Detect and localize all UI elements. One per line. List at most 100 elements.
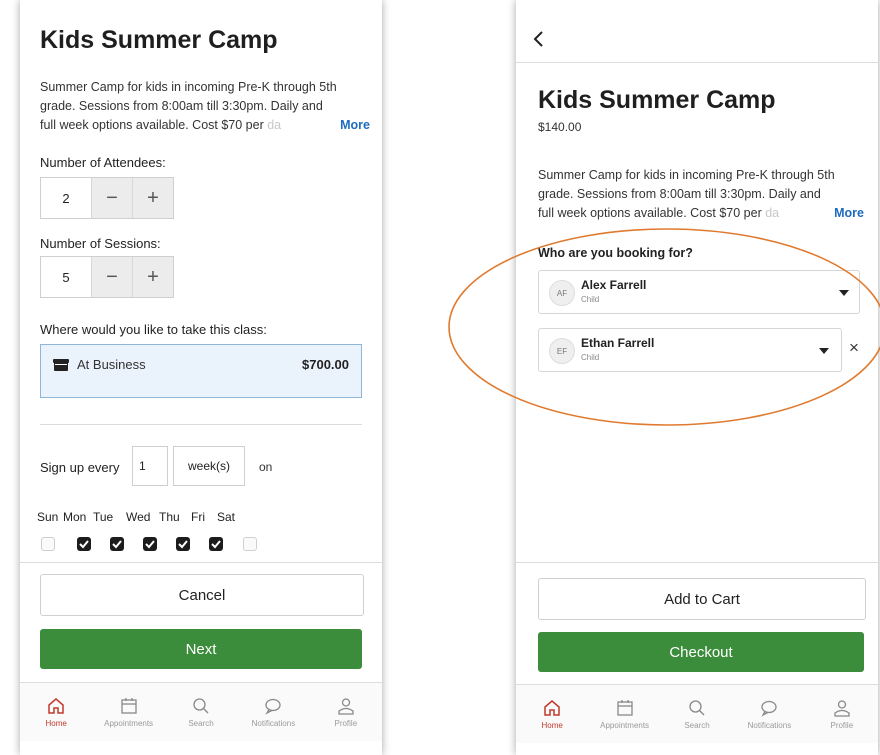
- tab-label: Profile: [334, 718, 358, 728]
- weekday-label-fri: Fri: [191, 510, 205, 524]
- next-button[interactable]: Next: [40, 629, 362, 669]
- chat-bubble-icon: [265, 698, 282, 715]
- checkbox-mon[interactable]: [77, 537, 91, 551]
- weekday-label-wed: Wed: [126, 510, 151, 524]
- tab-appointments[interactable]: Appointments: [588, 685, 660, 743]
- divider: [40, 424, 362, 425]
- checkbox-sat[interactable]: [243, 537, 257, 551]
- tab-notifications[interactable]: Notifications: [237, 683, 309, 741]
- tab-search[interactable]: Search: [661, 685, 733, 743]
- profile-icon: [834, 699, 850, 717]
- signup-suffix: on: [259, 460, 273, 474]
- location-option-label: At Business: [77, 357, 146, 372]
- profile-icon: [338, 697, 354, 715]
- description-line: grade. Sessions from 8:00am till 3:30pm.…: [40, 99, 323, 113]
- description-line: Summer Camp for kids in incoming Pre-K t…: [40, 80, 337, 94]
- price: $140.00: [538, 120, 582, 134]
- calendar-icon: [616, 699, 633, 716]
- interval-input[interactable]: 1: [132, 446, 168, 486]
- attendees-value[interactable]: 2: [41, 178, 91, 218]
- left-screen: Kids Summer Camp Summer Camp for kids in…: [20, 0, 382, 755]
- tab-label: Appointments: [600, 720, 650, 730]
- attendees-increment-button[interactable]: +: [132, 178, 173, 218]
- location-label: Where would you like to take this class:: [40, 322, 267, 337]
- tab-profile[interactable]: Profile: [806, 685, 878, 743]
- checkbox-thu[interactable]: [176, 537, 190, 551]
- sessions-stepper[interactable]: 5 − +: [40, 256, 174, 298]
- sessions-increment-button[interactable]: +: [132, 257, 173, 297]
- tab-label: Home: [45, 718, 67, 728]
- more-link[interactable]: More: [340, 116, 370, 135]
- search-icon: [689, 699, 705, 715]
- person-select[interactable]: EF Ethan Farrell Child: [538, 328, 842, 372]
- tab-appointments[interactable]: Appointments: [92, 683, 164, 741]
- checkbox-fri[interactable]: [209, 537, 223, 551]
- person-role: Child: [581, 353, 600, 362]
- avatar: AF: [549, 280, 575, 306]
- tab-label: Search: [188, 718, 214, 728]
- description-line: full week options available. Cost $70 pe…: [40, 116, 370, 135]
- remove-person-button[interactable]: ×: [849, 338, 859, 358]
- tab-home[interactable]: Home: [516, 685, 588, 743]
- home-icon: [48, 697, 64, 714]
- person-select[interactable]: AF Alex Farrell Child: [538, 270, 860, 314]
- weekday-label-thu: Thu: [159, 510, 180, 524]
- weekday-label-sat: Sat: [217, 510, 236, 524]
- tab-bar: Home Appointments Search Notifications P…: [516, 684, 878, 743]
- sessions-decrement-button[interactable]: −: [91, 257, 132, 297]
- more-link[interactable]: More: [834, 204, 864, 223]
- person-name: Alex Farrell: [581, 278, 647, 292]
- checkout-button[interactable]: Checkout: [538, 632, 864, 672]
- tab-label: Search: [684, 720, 710, 730]
- checkbox-tue[interactable]: [110, 537, 124, 551]
- store-icon: [53, 358, 69, 376]
- calendar-icon: [120, 697, 137, 714]
- description-fade: da: [765, 206, 780, 220]
- weekday-label-sun: Sun: [37, 510, 59, 524]
- attendees-decrement-button[interactable]: −: [91, 178, 132, 218]
- signup-prefix: Sign up every: [40, 460, 120, 475]
- tab-label: Profile: [830, 720, 854, 730]
- description-line: Summer Camp for kids in incoming Pre-K t…: [538, 168, 835, 182]
- location-option[interactable]: At Business $700.00: [40, 344, 362, 398]
- description-line: full week options available. Cost $70 pe…: [538, 204, 864, 223]
- sessions-value[interactable]: 5: [41, 257, 91, 297]
- location-price: $700.00: [302, 357, 349, 372]
- cancel-button[interactable]: Cancel: [40, 574, 364, 616]
- tab-label: Notifications: [747, 720, 792, 730]
- avatar: EF: [549, 338, 575, 364]
- description-text: full week options available. Cost $70 pe…: [40, 118, 268, 132]
- tab-label: Appointments: [104, 718, 154, 728]
- description-text: full week options available. Cost $70 pe…: [538, 206, 766, 220]
- add-to-cart-button[interactable]: Add to Cart: [538, 578, 866, 620]
- interval-unit-select[interactable]: week(s): [173, 446, 245, 486]
- sessions-label: Number of Sessions:: [40, 236, 161, 251]
- divider: [20, 562, 382, 563]
- chevron-down-icon: [839, 290, 849, 296]
- tab-label: Notifications: [251, 718, 296, 728]
- tab-home[interactable]: Home: [20, 683, 92, 741]
- tab-search[interactable]: Search: [165, 683, 237, 741]
- attendees-stepper[interactable]: 2 − +: [40, 177, 174, 219]
- attendees-label: Number of Attendees:: [40, 155, 166, 170]
- description-line: grade. Sessions from 8:00am till 3:30pm.…: [538, 187, 821, 201]
- page-title: Kids Summer Camp: [40, 26, 278, 54]
- chat-bubble-icon: [761, 700, 778, 717]
- chevron-down-icon: [819, 348, 829, 354]
- tab-notifications[interactable]: Notifications: [733, 685, 805, 743]
- tab-profile[interactable]: Profile: [310, 683, 382, 741]
- back-chevron-icon[interactable]: [532, 30, 544, 53]
- tab-bar: Home Appointments Search Notifications P…: [20, 682, 382, 741]
- right-screen: Kids Summer Camp $140.00 Summer Camp for…: [516, 0, 878, 755]
- checkbox-wed[interactable]: [143, 537, 157, 551]
- checkbox-sun[interactable]: [41, 537, 55, 551]
- weekday-selector: Sun Mon Tue Wed Thu Fri Sat: [37, 510, 277, 560]
- header-divider: [516, 62, 878, 63]
- page-title: Kids Summer Camp: [538, 86, 776, 114]
- search-icon: [193, 697, 209, 713]
- weekday-label-mon: Mon: [63, 510, 87, 524]
- description: Summer Camp for kids in incoming Pre-K t…: [538, 166, 864, 223]
- person-name: Ethan Farrell: [581, 336, 655, 350]
- weekday-label-tue: Tue: [93, 510, 114, 524]
- home-icon: [544, 699, 560, 716]
